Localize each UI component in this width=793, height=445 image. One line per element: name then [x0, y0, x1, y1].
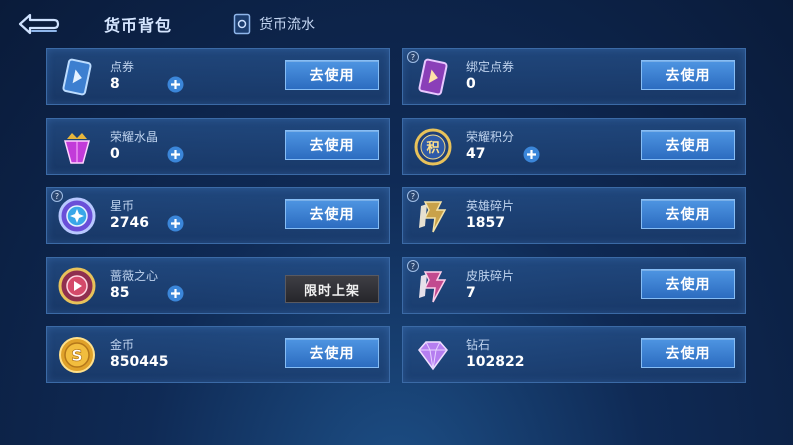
item-count: 2746	[110, 215, 149, 231]
item-count: 0	[110, 146, 120, 162]
svg-text:S: S	[71, 346, 83, 365]
item-count: 102822	[466, 354, 525, 370]
use-button[interactable]: 去使用	[641, 269, 735, 299]
bound-voucher-card-icon	[418, 58, 448, 96]
plus-icon[interactable]	[523, 146, 540, 163]
plus-icon[interactable]	[167, 76, 184, 93]
use-button[interactable]: 去使用	[285, 130, 379, 160]
ledger-icon	[233, 13, 251, 35]
currency-card-star-coin: ? 星币 2746 去使用	[46, 187, 390, 244]
plus-icon[interactable]	[167, 215, 184, 232]
item-name: 星币	[110, 199, 135, 213]
use-button[interactable]: 去使用	[285, 338, 379, 368]
rose-heart-icon	[58, 267, 96, 305]
plus-icon[interactable]	[167, 285, 184, 302]
currency-flow-tab[interactable]: 货币流水	[233, 12, 315, 36]
item-name: 绑定点券	[466, 60, 515, 74]
item-name: 金币	[110, 338, 135, 352]
top-bar: 货币背包 货币流水	[0, 0, 793, 46]
currency-card-gold: S 金币 850445 去使用	[46, 326, 390, 383]
voucher-card-icon	[62, 58, 92, 96]
page-title: 货币背包	[104, 16, 173, 35]
svg-text:积: 积	[426, 140, 439, 156]
glory-points-icon: 积	[414, 128, 452, 166]
item-name: 荣耀积分	[466, 130, 515, 144]
item-count: 850445	[110, 354, 169, 370]
use-button[interactable]: 去使用	[641, 199, 735, 229]
currency-card-skin-fragment: ? 皮肤碎片 7 去使用	[402, 257, 746, 314]
item-count: 85	[110, 285, 130, 301]
back-arrow-icon[interactable]	[16, 11, 60, 37]
currency-card-glory-points: 积 荣耀积分 47 去使用	[402, 118, 746, 175]
use-button[interactable]: 去使用	[285, 60, 379, 90]
use-button[interactable]: 去使用	[641, 338, 735, 368]
use-button[interactable]: 去使用	[285, 199, 379, 229]
gold-coin-icon: S	[59, 337, 95, 373]
currency-card-diamond: 钻石 102822 去使用	[402, 326, 746, 383]
item-name: 蔷薇之心	[110, 269, 159, 283]
item-name: 钻石	[466, 338, 491, 352]
item-name: 点券	[110, 60, 135, 74]
plus-icon[interactable]	[167, 146, 184, 163]
use-button[interactable]: 去使用	[641, 60, 735, 90]
glory-crystal-icon	[64, 133, 90, 164]
skin-fragment-icon	[419, 271, 447, 303]
item-count: 0	[466, 76, 476, 92]
item-count: 1857	[466, 215, 505, 231]
item-count: 8	[110, 76, 120, 92]
item-count: 47	[466, 146, 486, 162]
currency-flow-label: 货币流水	[259, 17, 315, 33]
currency-card-bound-voucher: ? 绑定点券 0 去使用	[402, 48, 746, 105]
currency-card-voucher: 点券 8 去使用	[46, 48, 390, 105]
currency-card-glory-crystal: 荣耀水晶 0 去使用	[46, 118, 390, 175]
item-name: 荣耀水晶	[110, 130, 159, 144]
hero-fragment-icon	[419, 201, 447, 233]
item-name: 皮肤碎片	[466, 269, 515, 283]
limited-time-badge: 限时上架	[285, 275, 379, 303]
item-name: 英雄碎片	[466, 199, 515, 213]
use-button[interactable]: 去使用	[641, 130, 735, 160]
currency-card-hero-fragment: ? 英雄碎片 1857 去使用	[402, 187, 746, 244]
star-coin-icon	[58, 197, 96, 235]
item-count: 7	[466, 285, 476, 301]
currency-card-rose-heart: 蔷薇之心 85 限时上架	[46, 257, 390, 314]
diamond-icon	[418, 341, 448, 371]
